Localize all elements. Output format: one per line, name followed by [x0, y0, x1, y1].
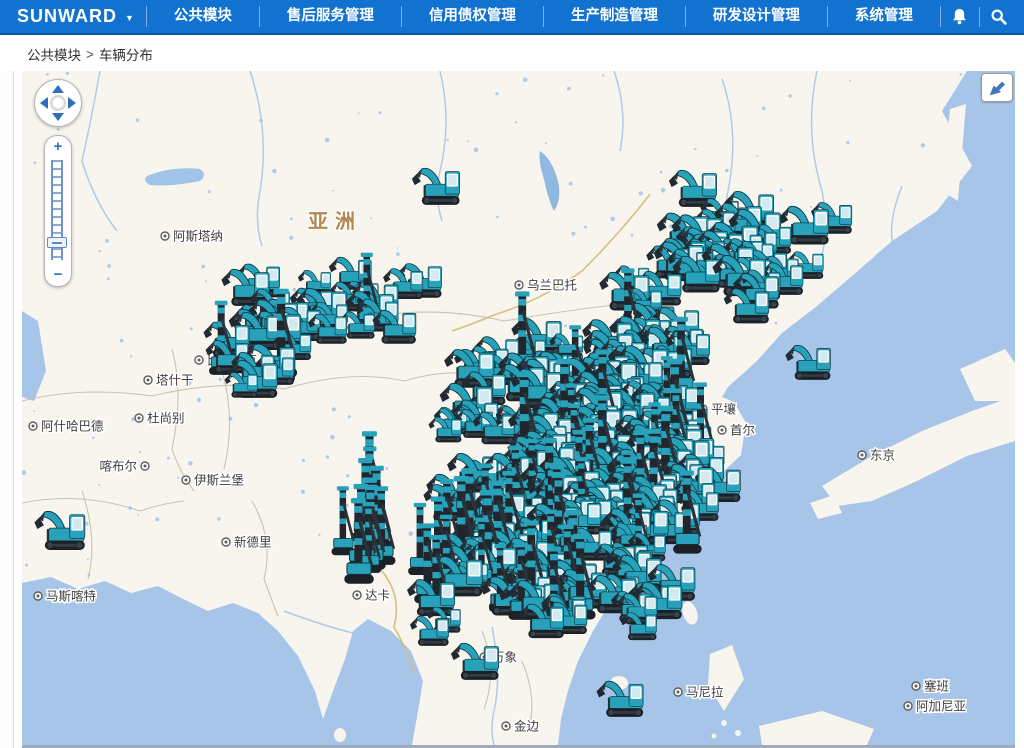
- pan-center-button[interactable]: [50, 95, 66, 111]
- city-label: 阿什哈巴德: [41, 419, 104, 434]
- city-label: 马尼拉: [686, 685, 724, 700]
- sidebar-collapsed-rail: ▶: [0, 37, 14, 748]
- pan-down-icon[interactable]: [52, 113, 64, 121]
- city-label: 阿斯塔纳: [173, 230, 223, 244]
- city-label: 首尔: [730, 423, 755, 438]
- city-label: 新德里: [234, 535, 272, 550]
- arrow-southwest-icon: [987, 79, 1007, 97]
- city-label: 杜尚别: [147, 411, 185, 426]
- zoom-slider-handle[interactable]: [47, 237, 67, 248]
- nav-item-5[interactable]: 系统管理: [828, 0, 940, 33]
- city-label: 金边: [514, 719, 540, 734]
- city-label: 塞班: [924, 679, 949, 694]
- chevron-down-icon: ▼: [125, 13, 134, 23]
- city-label: 阿加尼亚: [916, 700, 966, 714]
- nav-item-4[interactable]: 研发设计管理: [686, 0, 827, 33]
- bell-icon[interactable]: [941, 0, 979, 33]
- map-zoom-control[interactable]: + −: [44, 135, 72, 287]
- logo-text: SUNWARD: [17, 6, 117, 27]
- logo[interactable]: SUNWARD ▼: [0, 0, 146, 33]
- city-label: 塔什干: [156, 374, 194, 388]
- pan-up-icon[interactable]: [52, 85, 64, 93]
- nav-item-2[interactable]: 信用债权管理: [402, 0, 543, 33]
- zoom-out-button[interactable]: −: [45, 266, 71, 284]
- city-label: 伊斯兰堡: [194, 473, 245, 488]
- city-label: 马斯喀特: [46, 589, 96, 604]
- city-label: 达卡: [365, 589, 390, 603]
- city-label: 平壤: [711, 402, 737, 417]
- nav-item-0[interactable]: 公共模块: [147, 0, 259, 33]
- top-navigation-bar: SUNWARD ▼ 公共模块售后服务管理信用债权管理生产制造管理研发设计管理系统…: [0, 0, 1024, 35]
- breadcrumb-bar: 公共模块 > 车辆分布: [0, 37, 1024, 71]
- breadcrumb-separator: >: [86, 47, 94, 62]
- breadcrumb-page: 车辆分布: [99, 44, 153, 64]
- region-label-asia: 亚洲: [308, 210, 362, 233]
- header-icons: [941, 0, 1024, 33]
- nav-item-3[interactable]: 生产制造管理: [544, 0, 685, 33]
- breadcrumb-section[interactable]: 公共模块: [27, 44, 81, 64]
- city-marker: 阿什哈巴德: [29, 419, 104, 434]
- city-label: 喀布尔: [99, 459, 137, 474]
- vehicle-distribution-map[interactable]: 亚洲 阿斯塔纳乌兰巴托比什凯克塔什干杜尚别阿什哈巴德喀布尔伊斯兰堡新德里马斯喀特…: [22, 71, 1015, 748]
- pan-left-icon[interactable]: [40, 97, 48, 109]
- breadcrumb: 公共模块 > 车辆分布: [27, 44, 153, 64]
- search-icon[interactable]: [980, 0, 1018, 33]
- city-label: 东京: [870, 449, 895, 463]
- nav-item-1[interactable]: 售后服务管理: [260, 0, 401, 33]
- city-label: 乌兰巴托: [527, 278, 577, 293]
- main-nav: 公共模块售后服务管理信用债权管理生产制造管理研发设计管理系统管理: [146, 0, 941, 33]
- zoom-in-button[interactable]: +: [45, 138, 71, 156]
- overview-map-toggle[interactable]: [981, 73, 1013, 102]
- map-pan-control[interactable]: [34, 79, 82, 127]
- pan-right-icon[interactable]: [68, 97, 76, 109]
